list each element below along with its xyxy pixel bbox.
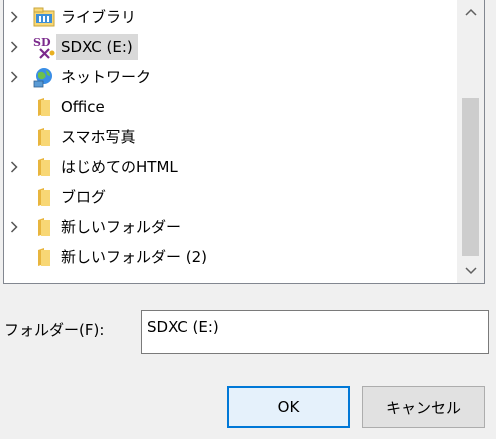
tree-item-label: スマホ写真 (61, 128, 136, 146)
expand-chevron-icon[interactable] (6, 62, 22, 92)
folder-icon (32, 95, 56, 119)
scrollbar-thumb[interactable] (462, 98, 479, 256)
folder-icon (32, 185, 56, 209)
chevron-up-icon (464, 8, 477, 16)
tree-item-blog[interactable]: ブログ (4, 182, 164, 212)
tree-item-label: はじめてのHTML (61, 158, 178, 176)
tree-item-network[interactable]: ネットワーク (4, 62, 184, 92)
folder-tree[interactable]: ライブラリ SD SDXC (E:) ネットワーク Office スマホ写真 は… (3, 0, 485, 284)
tree-item-smartphone-photos[interactable]: スマホ写真 (4, 122, 164, 152)
folder-icon (32, 245, 56, 269)
vertical-scrollbar[interactable] (457, 0, 484, 283)
tree-item-label: ライブラリ (61, 8, 137, 26)
tree-item-label: Office (61, 98, 105, 116)
tree-item-label: 新しいフォルダー (61, 218, 182, 236)
tree-item-label: 新しいフォルダー (2) (61, 248, 208, 266)
folder-browse-dialog: ライブラリ SD SDXC (E:) ネットワーク Office スマホ写真 は… (0, 0, 496, 439)
expand-chevron-icon[interactable] (6, 152, 22, 182)
network-icon (32, 65, 56, 89)
folder-input[interactable]: SDXC (E:) (141, 310, 489, 354)
folder-icon (32, 215, 56, 239)
tree-item-new-folder[interactable]: 新しいフォルダー (4, 212, 204, 242)
tree-item-label: SDXC (E:) (56, 34, 138, 60)
tree-item-label: ネットワーク (61, 68, 152, 86)
tree-item-label: ブログ (61, 188, 107, 206)
folder-field-label: フォルダー(F): (4, 321, 105, 339)
expand-chevron-icon[interactable] (6, 32, 22, 62)
sd-card-drive-icon: SD (32, 35, 56, 59)
tree-item-first-html[interactable]: はじめてのHTML (4, 152, 204, 182)
tree-item-new-folder-2[interactable]: 新しいフォルダー (2) (4, 242, 224, 272)
folder-icon (32, 125, 56, 149)
tree-item-office[interactable]: Office (4, 92, 164, 122)
folder-icon (32, 155, 56, 179)
ok-button[interactable]: OK (227, 386, 350, 428)
tree-item-sdxc-drive[interactable]: SD SDXC (E:) (4, 32, 164, 62)
library-icon (32, 5, 56, 29)
scroll-up-button[interactable] (457, 0, 484, 24)
expand-chevron-icon[interactable] (6, 212, 22, 242)
scroll-down-button[interactable] (457, 259, 484, 283)
svg-text:SD: SD (33, 36, 51, 49)
expand-chevron-icon[interactable] (6, 2, 22, 32)
cancel-button[interactable]: キャンセル (362, 386, 485, 428)
tree-item-library[interactable]: ライブラリ (4, 2, 164, 32)
folder-tree-rows: ライブラリ SD SDXC (E:) ネットワーク Office スマホ写真 は… (4, 0, 457, 283)
chevron-down-icon (464, 267, 477, 275)
